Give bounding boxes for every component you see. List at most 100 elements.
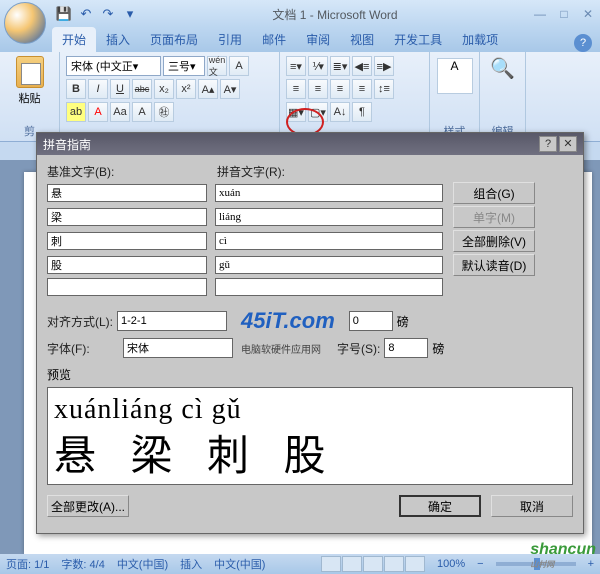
ruby-text-label: 拼音文字(R):: [217, 163, 455, 180]
grow-font-button[interactable]: A▴: [198, 79, 218, 99]
paste-icon: [16, 56, 44, 88]
ok-button[interactable]: 确定: [399, 495, 481, 517]
cancel-button[interactable]: 取消: [491, 495, 573, 517]
font-color-button[interactable]: A: [88, 102, 108, 122]
show-marks-button[interactable]: ¶: [352, 102, 372, 122]
default-reading-button[interactable]: 默认读音(D): [453, 254, 535, 276]
status-lang1[interactable]: 中文(中国): [117, 556, 168, 572]
size-unit: 磅: [432, 340, 444, 357]
base-input-4[interactable]: [47, 278, 207, 296]
tab-view[interactable]: 视图: [340, 27, 384, 52]
base-input-2[interactable]: [47, 232, 207, 250]
strike-button[interactable]: abc: [132, 79, 152, 99]
sort-button[interactable]: A↓: [330, 102, 350, 122]
status-mode[interactable]: 插入: [180, 556, 202, 572]
quick-styles-button[interactable]: A: [437, 58, 473, 94]
ruby-input-4[interactable]: [215, 278, 443, 296]
bold-button[interactable]: B: [66, 79, 86, 99]
align-left-button[interactable]: ≡: [286, 79, 306, 99]
ruby-input-3[interactable]: [215, 256, 443, 274]
preview-box: xuánliáng cì gǔ 悬 梁 刺 股: [47, 387, 573, 485]
outline-view-button[interactable]: [384, 556, 404, 572]
tab-layout[interactable]: 页面布局: [140, 27, 208, 52]
numbering-button[interactable]: ⅟▾: [308, 56, 328, 76]
dialog-title: 拼音指南: [43, 136, 537, 153]
tab-home[interactable]: 开始: [52, 27, 96, 52]
base-input-1[interactable]: [47, 208, 207, 226]
char-border-button[interactable]: A: [229, 56, 249, 76]
watermark-sub: 电脑软硬件应用网: [241, 341, 321, 356]
phonetic-guide-dialog: 拼音指南 ? ✕ 基准文字(B): 拼音文字(R): 组合(G) 单字(M) 全…: [36, 132, 584, 534]
superscript-button[interactable]: x²: [176, 79, 196, 99]
redo-icon[interactable]: ↷: [100, 6, 116, 22]
web-layout-view-button[interactable]: [363, 556, 383, 572]
size-spinner[interactable]: [384, 338, 428, 358]
indent-right-button[interactable]: ≡▶: [374, 56, 394, 76]
maximize-button[interactable]: □: [556, 7, 572, 21]
status-lang2[interactable]: 中文(中国): [214, 556, 265, 572]
print-layout-view-button[interactable]: [321, 556, 341, 572]
font-label: 字体(F):: [47, 340, 119, 357]
minimize-button[interactable]: —: [532, 7, 548, 21]
font-combo[interactable]: [123, 338, 233, 358]
draft-view-button[interactable]: [405, 556, 425, 572]
font-name-combo[interactable]: 宋体 (中文正 ▾: [66, 56, 161, 76]
italic-button[interactable]: I: [88, 79, 108, 99]
single-button[interactable]: 单字(M): [453, 206, 535, 228]
zoom-level[interactable]: 100%: [437, 558, 465, 570]
qat-more-icon[interactable]: ▾: [122, 6, 138, 22]
undo-icon[interactable]: ↶: [78, 6, 94, 22]
save-icon[interactable]: 💾: [56, 6, 72, 22]
clipboard-group-label: 剪: [24, 121, 35, 139]
paste-button[interactable]: 粘贴: [10, 56, 50, 106]
align-combo[interactable]: [117, 311, 227, 331]
zoom-out-button[interactable]: −: [477, 558, 483, 570]
base-input-3[interactable]: [47, 256, 207, 274]
window-title: 文档 1 - Microsoft Word: [138, 6, 532, 23]
base-text-label: 基准文字(B):: [47, 163, 217, 180]
shading-button[interactable]: ▦▾: [286, 102, 306, 122]
highlight-button[interactable]: ab: [66, 102, 86, 122]
line-spacing-button[interactable]: ↕≡: [374, 79, 394, 99]
preview-label: 预览: [47, 366, 573, 383]
offset-unit: 磅: [397, 313, 409, 330]
multilevel-button[interactable]: ≣▾: [330, 56, 350, 76]
change-case-button[interactable]: Aa: [110, 102, 130, 122]
font-size-combo[interactable]: 三号 ▾: [163, 56, 205, 76]
find-button[interactable]: 🔍: [486, 56, 519, 81]
align-right-button[interactable]: ≡: [330, 79, 350, 99]
change-all-button[interactable]: 全部更改(A)...: [47, 495, 129, 517]
tab-mail[interactable]: 邮件: [252, 27, 296, 52]
subscript-button[interactable]: x₂: [154, 79, 174, 99]
status-page[interactable]: 页面: 1/1: [6, 556, 49, 572]
shrink-font-button[interactable]: A▾: [220, 79, 240, 99]
base-input-0[interactable]: [47, 184, 207, 202]
enclose-char-button[interactable]: ㊓: [154, 102, 174, 122]
tab-references[interactable]: 引用: [208, 27, 252, 52]
ruby-input-1[interactable]: [215, 208, 443, 226]
ruby-input-0[interactable]: [215, 184, 443, 202]
combine-button[interactable]: 组合(G): [453, 182, 535, 204]
tab-insert[interactable]: 插入: [96, 27, 140, 52]
dialog-help-button[interactable]: ?: [539, 136, 557, 152]
phonetic-guide-button[interactable]: wén文: [207, 56, 227, 76]
align-center-button[interactable]: ≡: [308, 79, 328, 99]
borders-button[interactable]: ▢▾: [308, 102, 328, 122]
tab-developer[interactable]: 开发工具: [384, 27, 452, 52]
underline-button[interactable]: U: [110, 79, 130, 99]
offset-spinner[interactable]: [349, 311, 393, 331]
tab-addins[interactable]: 加载项: [452, 27, 508, 52]
clear-all-button[interactable]: 全部删除(V): [453, 230, 535, 252]
bullets-button[interactable]: ≡▾: [286, 56, 306, 76]
ruby-input-2[interactable]: [215, 232, 443, 250]
status-words[interactable]: 字数: 4/4: [61, 556, 104, 572]
tab-review[interactable]: 审阅: [296, 27, 340, 52]
align-justify-button[interactable]: ≡: [352, 79, 372, 99]
dialog-close-button[interactable]: ✕: [559, 136, 577, 152]
help-icon[interactable]: ?: [574, 34, 592, 52]
full-screen-view-button[interactable]: [342, 556, 362, 572]
office-button[interactable]: [4, 2, 46, 44]
close-button[interactable]: ✕: [580, 7, 596, 21]
indent-left-button[interactable]: ◀≡: [352, 56, 372, 76]
char-shading-button[interactable]: A: [132, 102, 152, 122]
